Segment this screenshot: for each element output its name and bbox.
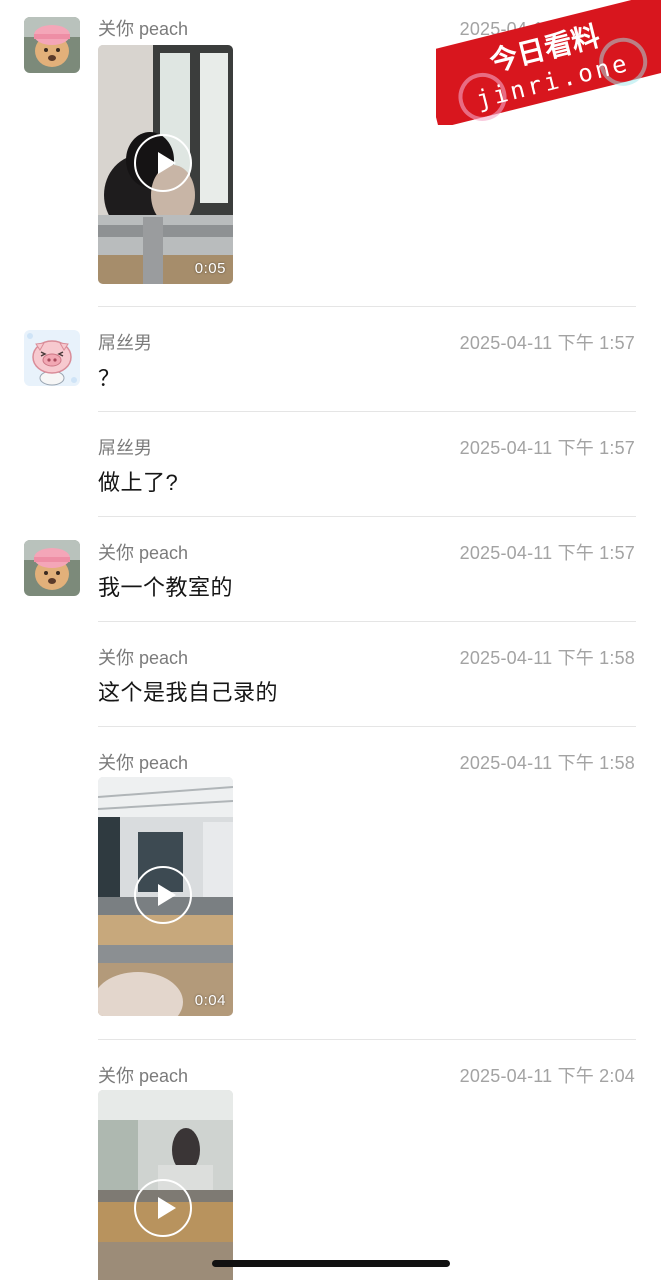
message-text[interactable]: 这个是我自己录的 xyxy=(98,675,278,707)
sender-name: 关你 peach xyxy=(98,1066,189,1086)
message-divider xyxy=(98,411,636,412)
home-indicator[interactable] xyxy=(212,1260,450,1267)
message-divider xyxy=(98,726,636,727)
message-text[interactable]: 我一个教室的 xyxy=(98,570,233,602)
pig-avatar-icon xyxy=(24,330,80,386)
message-timestamp: 2025-04-11 下午 1:57 xyxy=(459,438,635,458)
message-timestamp: 2025-04-11 下午 1:58 xyxy=(459,648,635,668)
message-divider xyxy=(98,621,636,622)
sender-name: 关你 peach xyxy=(98,753,189,773)
sender-name: 屌丝男 xyxy=(98,333,152,353)
message-text[interactable]: 做上了? xyxy=(98,465,178,497)
message-timestamp: 2025-04-11 下午 1:57 xyxy=(459,333,635,353)
avatar-peach[interactable] xyxy=(24,540,80,596)
video-message[interactable]: 0:04 xyxy=(98,777,233,1016)
message-text[interactable]: ？ xyxy=(98,361,121,393)
play-icon[interactable] xyxy=(134,1179,192,1237)
video-duration: 0:05 xyxy=(194,260,226,277)
avatar-peach[interactable] xyxy=(24,17,80,73)
play-icon[interactable] xyxy=(134,134,192,192)
play-icon[interactable] xyxy=(134,866,192,924)
avatar-pig[interactable] xyxy=(24,330,80,386)
message-divider xyxy=(98,1039,636,1040)
dog-avatar-icon xyxy=(24,17,80,73)
watermark-banner: 今日看料 jinri.one xyxy=(436,0,661,125)
message-divider xyxy=(98,516,636,517)
message-timestamp: 2025-04-11 下午 1:58 xyxy=(459,753,635,773)
watermark-logo: 今日看料 jinri.one xyxy=(436,0,661,125)
chat-history-page: 关你 peach 2025-04-11 下午 1:57 0:05 xyxy=(0,0,661,1280)
sender-name: 关你 peach xyxy=(98,19,189,39)
message-timestamp: 2025-04-11 下午 2:04 xyxy=(459,1066,635,1086)
video-duration: 0:04 xyxy=(194,992,226,1009)
video-message[interactable]: 0:05 xyxy=(98,45,233,284)
video-message[interactable] xyxy=(98,1090,233,1280)
message-divider xyxy=(98,306,636,307)
sender-name: 屌丝男 xyxy=(98,438,152,458)
message-timestamp: 2025-04-11 下午 1:57 xyxy=(459,543,635,563)
sender-name: 关你 peach xyxy=(98,648,189,668)
sender-name: 关你 peach xyxy=(98,543,189,563)
dog-avatar-icon xyxy=(24,540,80,596)
